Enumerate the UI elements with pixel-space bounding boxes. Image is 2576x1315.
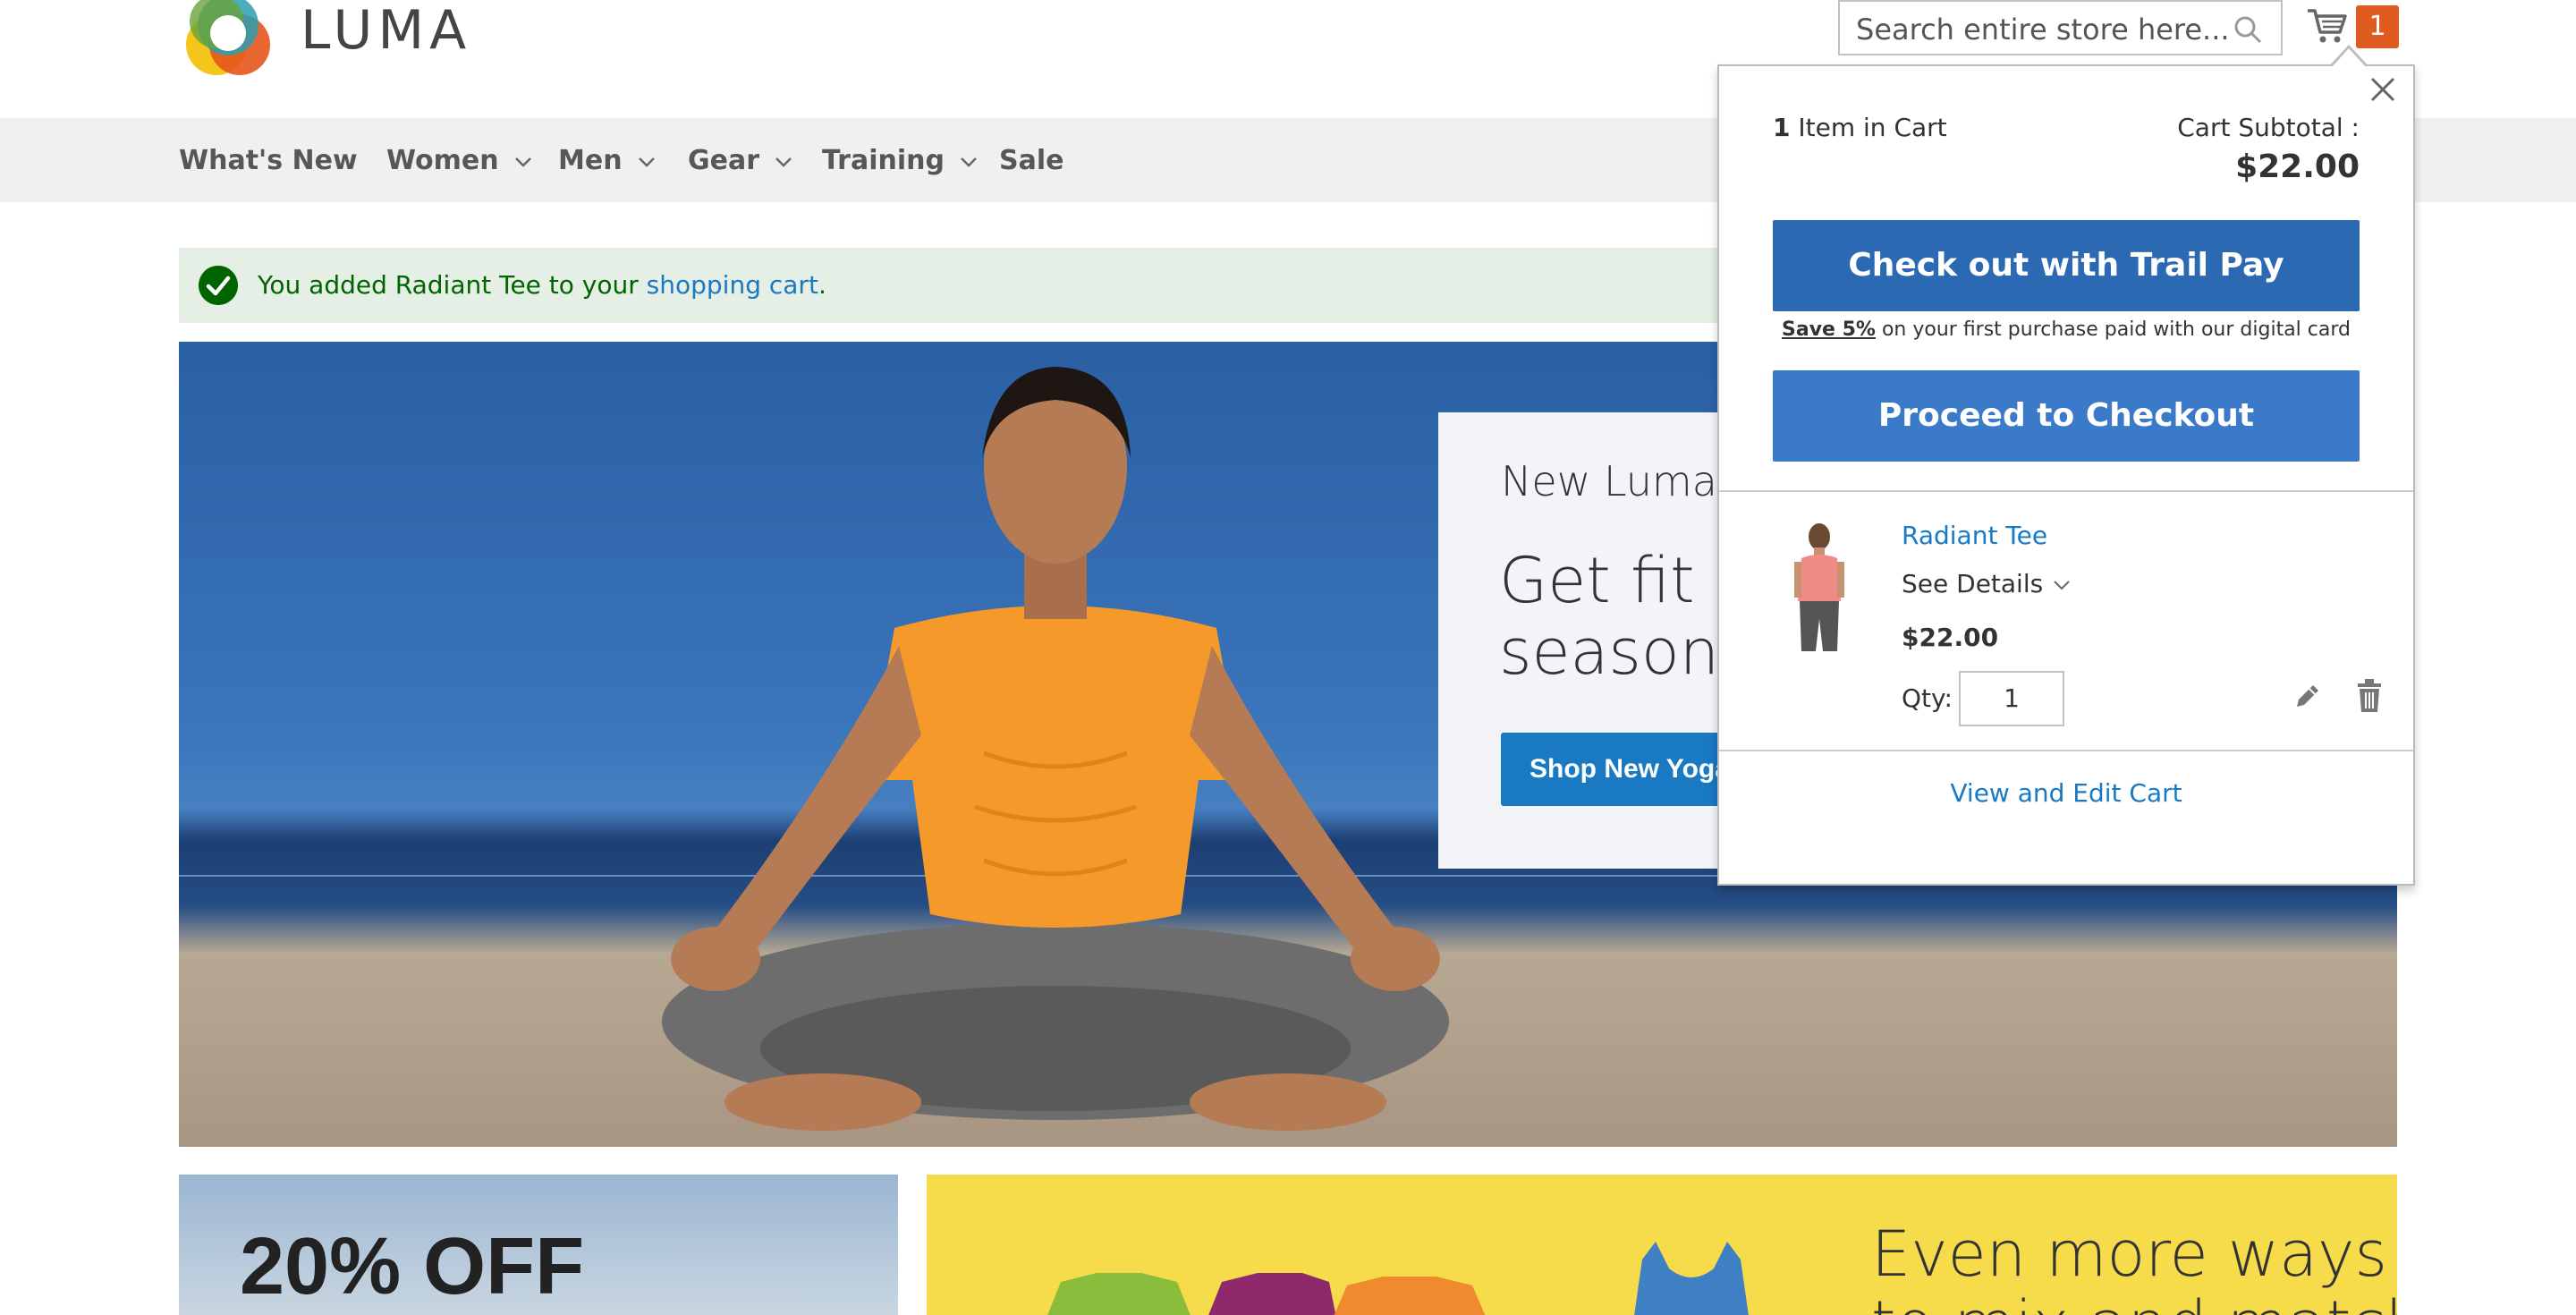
chevron-down-icon [961,157,977,167]
promo-right-line1: Even more ways [1871,1217,2387,1291]
success-message-text: You added Radiant Tee to your shopping c… [258,269,826,301]
trail-pay-button[interactable]: Check out with Trail Pay [1773,220,2360,311]
nav-label: Gear [688,145,760,176]
promo-tees-image [1047,1273,1486,1315]
chevron-down-icon [2054,581,2070,590]
minicart-caret-inner [2331,48,2367,68]
minicart-count-number: 1 [1773,113,1791,142]
search-input[interactable]: Search entire store here... [1838,0,2283,55]
yoga-model-image [662,367,1449,1131]
chevron-down-icon [638,157,655,167]
see-details-toggle[interactable]: See Details [1902,569,2072,598]
promo-mix-match-text: Even more waysto mix and match [1871,1219,2397,1315]
nav-label: Sale [999,145,1064,176]
qty-input[interactable]: 1 [1959,671,2064,726]
cart-count-badge[interactable]: 1 [2356,5,2399,48]
product-name-link[interactable]: Radiant Tee [1902,521,2047,550]
divider [1719,750,2413,751]
minicart-count-label: Item in Cart [1798,113,1947,142]
shopping-cart-link[interactable]: shopping cart [647,270,818,300]
nav-label: What's New [179,145,358,176]
trash-icon[interactable] [2354,678,2385,714]
search-icon[interactable] [2233,14,2263,45]
save-percent-link[interactable]: Save 5% [1782,318,1876,341]
checkmark-icon [199,266,238,305]
see-details-label: See Details [1902,569,2044,598]
nav-item-training[interactable]: Training [822,145,979,177]
chevron-down-icon [514,157,531,167]
nav-item-women[interactable]: Women [386,145,533,177]
promo-right-line2: to mix and match [1871,1287,2397,1315]
trail-pay-promo-text: Save 5% on your first purchase paid with… [1719,318,2413,341]
close-icon[interactable] [2365,72,2401,107]
nav-label: Men [558,145,623,176]
message-text-after: . [818,270,826,300]
promo-sale-text: 20% OFF [240,1222,585,1311]
save-promo-rest: on your first purchase paid with our dig… [1875,318,2351,341]
qty-label: Qty: [1902,683,1953,713]
proceed-to-checkout-button[interactable]: Proceed to Checkout [1773,370,2360,462]
chevron-down-icon [775,157,792,167]
nav-label: Training [822,145,945,176]
view-edit-cart-link[interactable]: View and Edit Cart [1719,778,2413,808]
nav-item-sale[interactable]: Sale [999,145,1063,177]
nav-item-gear[interactable]: Gear [688,145,793,177]
minicart-subtotal-label: Cart Subtotal : [2177,113,2360,142]
cart-icon[interactable] [2306,4,2349,47]
logo-text[interactable]: LUMA [301,0,471,66]
nav-item-men[interactable]: Men [558,145,657,177]
product-price: $22.00 [1902,623,1999,652]
promo-block-mix-match[interactable]: Even more waysto mix and match [927,1175,2397,1315]
minicart-dropdown: 1 Item in Cart Cart Subtotal : $22.00 Ch… [1717,45,2415,886]
promo-tank-image [1634,1242,1749,1315]
product-thumbnail[interactable] [1784,521,1855,655]
promo-block-sale[interactable]: 20% OFF [179,1175,898,1315]
search-placeholder: Search entire store here... [1856,13,2230,47]
divider [1719,490,2413,492]
minicart-subtotal-price: $22.00 [2235,148,2360,185]
minicart-item-count: 1 Item in Cart [1773,113,1947,142]
message-text-before: You added Radiant Tee to your [258,270,647,300]
nav-label: Women [386,145,499,176]
edit-icon[interactable] [2292,682,2322,712]
nav-item-whats-new[interactable]: What's New [179,145,358,177]
luma-logo-icon[interactable] [179,0,277,82]
